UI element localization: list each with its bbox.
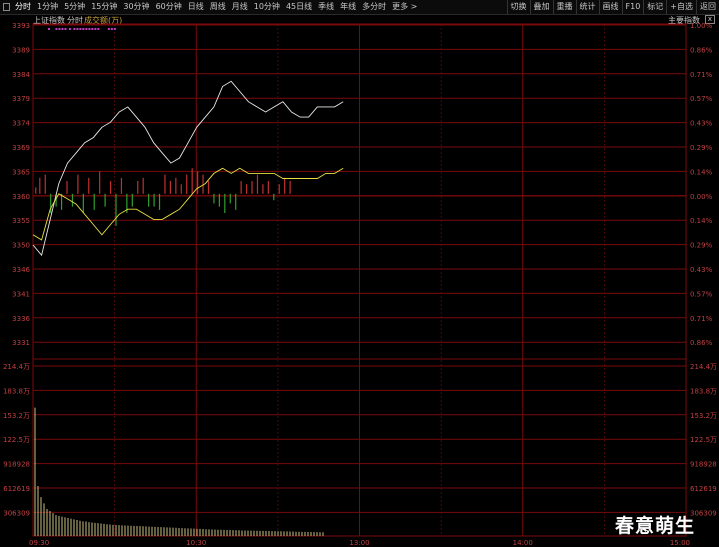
- time-tick-label: 09:30: [29, 539, 49, 547]
- volume-tick-label-right: 183.8万: [690, 387, 717, 395]
- event-marker: [68, 28, 71, 30]
- price-tick-label: 3360: [12, 193, 30, 201]
- chart-grid: [32, 23, 687, 537]
- event-marker: [97, 28, 100, 30]
- volume-tick-label: 183.8万: [3, 387, 30, 395]
- price-tick-label: 3331: [12, 339, 30, 347]
- percent-tick-label: 0.14%: [690, 217, 713, 225]
- percent-tick-label: 0.43%: [690, 120, 713, 128]
- time-tick-label: 14:00: [513, 539, 533, 547]
- volume-tick-label: 153.2万: [3, 412, 30, 420]
- percent-tick-label: 0.71%: [690, 71, 713, 79]
- percent-tick-label: 0.29%: [690, 144, 713, 152]
- volume-tick-label-right: 612619: [690, 485, 717, 493]
- price-lines: [32, 80, 344, 257]
- event-marker: [58, 28, 61, 30]
- percent-tick-label: 0.00%: [690, 193, 713, 201]
- price-tick-label: 3336: [12, 315, 30, 323]
- volume-tick-label: 122.5万: [3, 436, 30, 444]
- event-marker: [91, 28, 94, 30]
- event-marker: [107, 28, 110, 30]
- price-tick-label: 3355: [12, 217, 30, 225]
- event-marker: [76, 28, 79, 30]
- event-marker: [82, 28, 85, 30]
- event-marker: [94, 28, 97, 30]
- watermark-text: 春意萌生: [615, 515, 696, 537]
- event-marker: [61, 28, 64, 30]
- event-marker: [113, 28, 116, 30]
- time-tick-label: 13:00: [349, 539, 369, 547]
- volume-tick-label: 306309: [3, 509, 30, 517]
- event-marker: [47, 28, 50, 30]
- percent-tick-label: 0.86%: [690, 339, 713, 347]
- time-tick-label: 15:00: [670, 539, 690, 547]
- percent-tick-label: 0.86%: [690, 46, 713, 54]
- percent-tick-label: 1.00%: [690, 22, 713, 30]
- event-marker: [73, 28, 76, 30]
- price-series-line: [32, 167, 344, 241]
- event-marker: [79, 28, 82, 30]
- percent-tick-label: 0.57%: [690, 95, 713, 103]
- time-tick-label: 10:30: [186, 539, 206, 547]
- price-tick-label: 3350: [12, 242, 30, 250]
- price-tick-label: 3393: [12, 22, 30, 30]
- volume-tick-label: 918928: [3, 461, 30, 469]
- event-marker: [64, 28, 67, 30]
- event-marker: [85, 28, 88, 30]
- price-series-line: [32, 80, 344, 257]
- volume-tick-label-right: 122.5万: [690, 436, 717, 444]
- volume-bars: [34, 407, 324, 536]
- percent-tick-label: 0.71%: [690, 315, 713, 323]
- volume-tick-label: 612619: [3, 485, 30, 493]
- volume-tick-label: 214.4万: [3, 363, 30, 371]
- event-marker: [110, 28, 113, 30]
- percent-tick-label: 0.14%: [690, 168, 713, 176]
- price-tick-label: 3365: [12, 168, 30, 176]
- price-histogram: [35, 168, 291, 226]
- price-tick-label: 3346: [12, 266, 30, 274]
- price-tick-label: 3389: [12, 46, 30, 54]
- percent-tick-label: 0.57%: [690, 290, 713, 298]
- volume-tick-label-right: 214.4万: [690, 363, 717, 371]
- percent-tick-label: 0.29%: [690, 242, 713, 250]
- percent-tick-label: 0.43%: [690, 266, 713, 274]
- intraday-chart[interactable]: 3393 3389 3384 3379 3374 3369 3365 3360 3355 3350…: [0, 0, 719, 547]
- price-tick-label: 3384: [12, 71, 30, 79]
- volume-tick-label-right: 918928: [690, 461, 717, 469]
- price-tick-label: 3341: [12, 290, 30, 298]
- price-tick-label: 3374: [12, 120, 30, 128]
- price-tick-label: 3379: [12, 95, 30, 103]
- price-tick-label: 3369: [12, 144, 30, 152]
- volume-tick-label-right: 153.2万: [690, 412, 717, 420]
- event-marker: [55, 28, 58, 30]
- event-markers: [47, 28, 116, 30]
- event-marker: [88, 28, 91, 30]
